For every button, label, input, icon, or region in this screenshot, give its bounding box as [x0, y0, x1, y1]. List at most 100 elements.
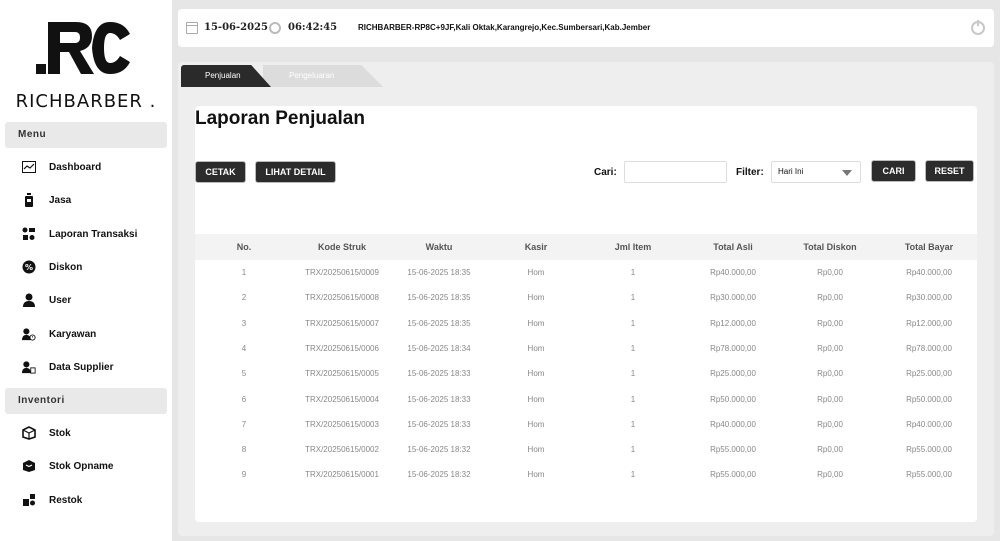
table-cell: Hom — [527, 268, 545, 277]
section-menu: Menu — [5, 122, 167, 148]
nav-stok-opname[interactable]: Stok Opname — [0, 451, 172, 481]
table-cell: Rp40.000,00 — [906, 268, 952, 277]
print-button[interactable]: CETAK — [195, 161, 246, 183]
nav-label: Diskon — [49, 261, 83, 273]
table-cell: TRX/20250615/0005 — [305, 369, 379, 379]
table-cell: Hom — [527, 445, 545, 455]
table-cell: Rp55.000,00 — [710, 470, 756, 480]
nav-label: Data Supplier — [49, 361, 114, 373]
col-header: Waktu — [425, 242, 453, 252]
nav-stok[interactable]: Stok — [0, 418, 172, 448]
nav-label: Restok — [49, 494, 83, 506]
nav-data-supplier[interactable]: Data Supplier — [0, 352, 172, 382]
table-cell: Hom — [527, 369, 545, 379]
table-cell: 2 — [241, 293, 247, 303]
nav-dashboard[interactable]: Dashboard — [0, 152, 172, 182]
table-cell: Rp40.000,00 — [710, 268, 756, 277]
store-address: RICHBARBER-RP8C+9JF,Kali Oktak,Karangrej… — [358, 23, 651, 32]
nav-restok[interactable]: Restok — [0, 485, 172, 515]
table-row[interactable]: 8 TRX/20250615/0002 15-06-2025 18:32 Hom 1 Rp… — [195, 437, 977, 462]
nav-label: Laporan Transaksi — [49, 228, 138, 240]
tab-pengeluaran[interactable]: Pengeluaran — [263, 65, 383, 87]
table-cell: Rp40.000,00 — [906, 419, 952, 429]
nav-jasa[interactable]: Jasa — [0, 185, 172, 215]
table-row[interactable]: 6 TRX/20250615/0004 15-06-2025 18:33 Hom 1 Rp… — [195, 387, 977, 412]
table-row[interactable]: 1 TRX/20250615/0009 15-06-2025 18:35 Hom 1 Rp… — [195, 260, 977, 285]
col-header: Total Asli — [713, 242, 753, 252]
user-icon — [22, 293, 36, 307]
table-row[interactable]: 9 TRX/20250615/0001 15-06-2025 18:32 Hom 1 Rp… — [195, 462, 977, 487]
table-cell: 8 — [241, 445, 247, 455]
col-header: Total Bayar — [904, 242, 954, 252]
svg-text:%: % — [25, 263, 33, 272]
table-cell: Rp12.000,00 — [906, 318, 952, 328]
nav-karyawan[interactable]: Karyawan — [0, 319, 172, 349]
reset-button[interactable]: RESET — [925, 160, 974, 182]
table-cell: Rp40.000,00 — [710, 419, 756, 429]
table-row[interactable]: 3 TRX/20250615/0007 15-06-2025 18:35 Hom 1 Rp… — [195, 311, 977, 336]
table-row[interactable]: 5 TRX/20250615/0005 15-06-2025 18:33 Hom 1 Rp… — [195, 361, 977, 386]
filter-value: Hari Ini — [778, 167, 804, 176]
table-cell: TRX/20250615/0002 — [305, 445, 379, 455]
nav-label: Jasa — [49, 194, 72, 206]
filter-select[interactable]: Hari Ini — [771, 161, 861, 183]
search-input[interactable] — [624, 161, 727, 183]
nav-laporan-transaksi[interactable]: Laporan Transaksi — [0, 219, 172, 249]
table-row[interactable]: 7 TRX/20250615/0003 15-06-2025 18:33 Hom 1 Rp… — [195, 412, 977, 437]
current-date: 15-06-2025 — [204, 22, 268, 33]
search-button[interactable]: CARI — [871, 160, 916, 182]
table-cell: 1 — [630, 318, 636, 328]
table-cell: Rp78.000,00 — [710, 343, 756, 353]
nav-user[interactable]: User — [0, 285, 172, 315]
table-cell: TRX/20250615/0007 — [305, 318, 379, 328]
table-cell: Hom — [527, 394, 545, 404]
col-header: Total Diskon — [803, 242, 857, 252]
table-cell: 15-06-2025 18:32 — [407, 470, 471, 480]
col-header: No. — [236, 242, 252, 252]
tab-penjualan[interactable]: Penjualan — [181, 65, 271, 87]
table-cell: Hom — [527, 318, 545, 328]
clock-icon — [269, 22, 281, 34]
calendar-icon — [186, 22, 198, 34]
report-icon — [22, 227, 36, 241]
nav-label: Stok Opname — [49, 460, 114, 472]
table-cell: Rp0,00 — [817, 369, 843, 379]
table-cell: 15-06-2025 18:33 — [407, 394, 471, 404]
search-label: Cari: — [594, 167, 617, 178]
table-cell: 7 — [241, 419, 247, 429]
view-detail-button[interactable]: LIHAT DETAIL — [255, 161, 336, 183]
table-cell: Rp0,00 — [817, 445, 843, 455]
table-cell: TRX/20250615/0008 — [305, 293, 379, 303]
table-cell: 9 — [241, 470, 247, 480]
table-cell: 15-06-2025 18:32 — [407, 445, 471, 455]
table-cell: Rp50.000,00 — [710, 394, 756, 404]
top-bar: 15-06-2025 06:42:45 RICHBARBER-RP8C+9JF,… — [178, 9, 994, 47]
table-cell: 1 — [630, 394, 636, 404]
table-cell: Rp25.000,00 — [710, 369, 756, 379]
table-cell: 15-06-2025 18:34 — [407, 343, 471, 353]
table-cell: Rp78.000,00 — [906, 343, 952, 353]
employee-icon — [22, 327, 36, 341]
table-row[interactable]: 4 TRX/20250615/0006 15-06-2025 18:34 Hom 1 Rp… — [195, 336, 977, 361]
table-row[interactable]: 2 TRX/20250615/0008 15-06-2025 18:35 Hom 1 Rp… — [195, 285, 977, 310]
nav-label: Dashboard — [49, 161, 102, 173]
brand-name: RICHBARBER . — [15, 91, 157, 112]
table-cell: 1 — [630, 343, 636, 353]
table-cell: 15-06-2025 18:35 — [407, 293, 471, 303]
chart-icon — [22, 160, 36, 174]
nav-label: User — [49, 294, 72, 306]
table-cell: Rp30.000,00 — [710, 293, 756, 303]
table-cell: Rp0,00 — [817, 470, 843, 480]
table-cell: 1 — [630, 470, 636, 480]
table-cell: Rp0,00 — [817, 318, 843, 328]
table-cell: 1 — [630, 419, 636, 429]
table-cell: Rp0,00 — [817, 293, 843, 303]
table-cell: 15-06-2025 18:33 — [407, 369, 471, 379]
table-cell: Rp25.000,00 — [906, 369, 952, 379]
power-icon[interactable] — [971, 20, 985, 35]
table-cell: Rp30.000,00 — [906, 293, 952, 303]
col-header: Kasir — [524, 242, 548, 252]
nav-diskon[interactable]: % Diskon — [0, 252, 172, 282]
supplier-icon — [22, 360, 36, 374]
table-cell: 3 — [241, 318, 247, 328]
